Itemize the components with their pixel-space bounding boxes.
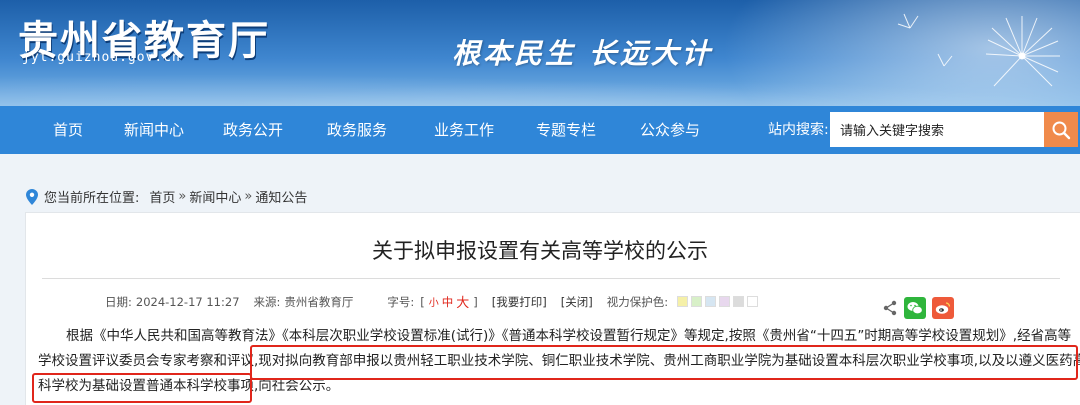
body-line-2: 学校设置评议委员会专家考察和评议,现对拟向教育部申报以贵州轻工职业技术学院、铜仁… (38, 349, 1080, 374)
publish-date: 2024-12-17 11:27 (135, 294, 240, 309)
eye-color-swatch-yellow[interactable] (677, 296, 689, 307)
search-input[interactable] (830, 112, 1044, 147)
source-value: 贵州省教育厅 (284, 294, 354, 309)
highlighted-sentence-end: 科学校为基础设置普通本科学校事项, (38, 378, 259, 394)
nav-item-news[interactable]: 新闻中心 (124, 106, 184, 154)
breadcrumb-notices[interactable]: 通知公告 (255, 187, 307, 206)
font-bracket-open: [ (420, 294, 425, 309)
breadcrumb-home[interactable]: 首页 (149, 187, 175, 206)
header-banner: 贵州省教育厅 jyt.guizhou.gov.cn 根本民生 长远大计 (0, 0, 1080, 106)
article-body: 根据《中华人民共和国高等教育法》《本科层次职业学校设置标准(试行)》《普通本科学… (38, 324, 1080, 399)
eye-color-swatch-purple[interactable] (719, 296, 731, 307)
source-label: 来源: (253, 294, 281, 309)
nav-item-gov-services[interactable]: 政务服务 (327, 106, 387, 154)
highlighted-sentence: 现对拟向教育部申报以贵州轻工职业技术学院、铜仁职业技术学院、贵州工商职业学院为基… (258, 353, 1080, 369)
weibo-icon (935, 302, 951, 314)
article-meta: 日期: 2024-12-17 11:27 来源: 贵州省教育厅 字号: [ 小 … (105, 292, 759, 311)
nav-item-home[interactable]: 首页 (53, 106, 83, 154)
body-line-3: 科学校为基础设置普通本科学校事项,向社会公示。 (38, 374, 1052, 399)
title-divider (42, 278, 1060, 279)
body-line-1: 根据《中华人民共和国高等教育法》《本科层次职业学校设置标准(试行)》《普通本科学… (66, 328, 1072, 344)
font-bracket-close: ] (473, 294, 478, 309)
font-size-medium[interactable]: 中 (442, 294, 454, 310)
eye-care-label: 视力保护色: (606, 294, 669, 309)
eye-color-swatch-green[interactable] (691, 296, 703, 307)
body-line-3-end: 向社会公示。 (258, 378, 340, 394)
print-button[interactable]: [我要打印] (492, 294, 547, 310)
font-size-large[interactable]: 大 (456, 292, 469, 311)
close-button[interactable]: [关闭] (561, 294, 593, 310)
font-size-label: 字号: (387, 294, 415, 309)
search-label: 站内搜索: (768, 122, 829, 138)
location-pin-icon (26, 188, 38, 205)
banner-slogan: 根本民生 长远大计 (452, 37, 713, 70)
eye-color-swatch-gray[interactable] (733, 296, 745, 307)
site-domain: jyt.guizhou.gov.cn (22, 50, 181, 65)
wechat-share-button[interactable] (904, 297, 926, 319)
eye-color-swatch-white[interactable] (747, 296, 759, 307)
eye-color-swatch-blue[interactable] (705, 296, 717, 307)
dandelion-icon (897, 13, 1060, 87)
share-icon[interactable] (882, 300, 898, 316)
nav-item-business[interactable]: 业务工作 (434, 106, 494, 154)
nav-item-public-participation[interactable]: 公众参与 (640, 106, 700, 154)
breadcrumb-prefix: 您当前所在位置: (44, 191, 140, 206)
nav-item-gov-affairs[interactable]: 政务公开 (223, 106, 283, 154)
breadcrumb-separator: » (178, 189, 187, 204)
article-title: 关于拟申报设置有关高等学校的公示 (372, 239, 708, 263)
search-icon (1052, 121, 1071, 139)
breadcrumb-separator: » (244, 189, 253, 204)
date-label: 日期: (105, 294, 132, 309)
wechat-icon (907, 302, 923, 315)
weibo-share-button[interactable] (932, 297, 954, 319)
search-button[interactable] (1044, 112, 1078, 147)
breadcrumb-news[interactable]: 新闻中心 (189, 187, 241, 206)
body-line-2-start: 学校设置评议委员会专家考察和评议, (38, 353, 259, 369)
breadcrumb: 您当前所在位置: 首页 » 新闻中心 » 通知公告 (26, 187, 307, 206)
share-bar (882, 297, 954, 319)
nav-item-special-topics[interactable]: 专题专栏 (536, 106, 596, 154)
font-size-small[interactable]: 小 (429, 294, 439, 309)
